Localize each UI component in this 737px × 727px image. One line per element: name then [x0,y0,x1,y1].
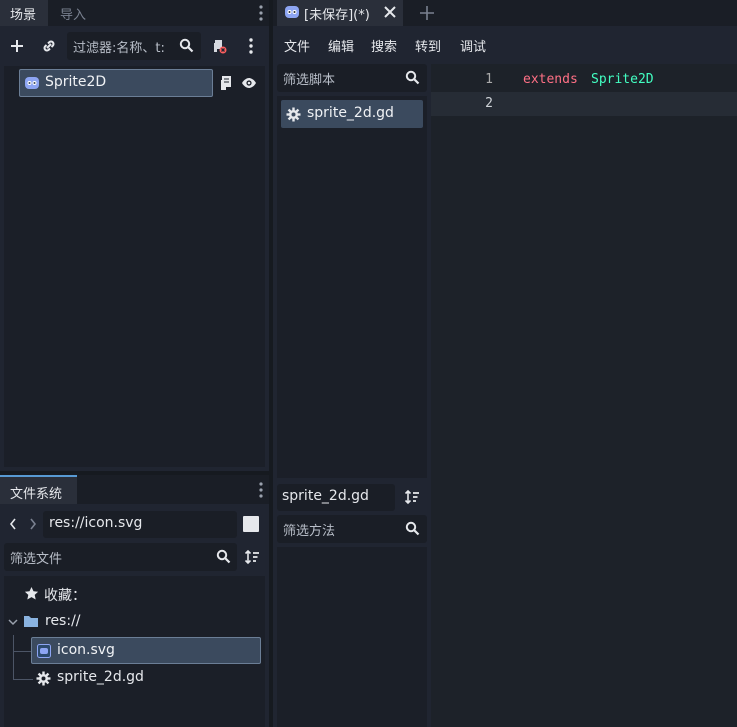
menu-goto[interactable]: 转到 [415,36,441,55]
code-line-1: 1 extends Sprite2D [431,68,737,92]
code-line-2-current: 2 [431,92,737,116]
kebab-menu-icon [249,38,253,54]
tree-connector [13,679,33,680]
scene-more-button[interactable] [242,35,260,57]
chevron-down-icon[interactable] [8,618,18,626]
file-row-sprite-2d-gd[interactable]: sprite_2d.gd [31,666,261,692]
scene-tree: Sprite2D [4,66,265,467]
code-type: Sprite2D [591,72,654,87]
line-number: 2 [485,96,493,111]
tree-connector [13,651,31,652]
filesystem-dock-menu-icon[interactable] [254,480,268,500]
menu-edit[interactable]: 编辑 [328,36,354,55]
new-tab-button[interactable] [417,3,437,23]
favorites-row[interactable]: 收藏： [4,581,265,607]
scene-filter-placeholder: 过滤器:名称、t: [73,41,165,56]
res-root-label: res:// [45,613,81,629]
script-icon [221,76,231,90]
search-icon [179,38,194,53]
scene-filter-input[interactable]: 过滤器:名称、t: [67,32,201,60]
chevron-right-icon [30,518,37,530]
sort-icon [244,549,259,565]
close-tab-button[interactable] [381,3,399,21]
search-icon [216,549,231,564]
current-script-label: sprite_2d.gd [282,488,369,504]
open-script-button[interactable] [218,74,234,92]
method-list [277,547,427,727]
editor-tab-bar: [未保存](*) [273,0,737,26]
filesystem-tab-bar: 文件系统 [0,475,269,504]
current-script-field: sprite_2d.gd [277,484,395,511]
script-list: sprite_2d.gd [277,96,427,478]
tab-filesystem[interactable]: 文件系统 [0,475,77,504]
script-filter-input[interactable]: 筛选脚本 [277,64,427,92]
tab-import[interactable]: 导入 [50,0,100,26]
gear-icon [36,671,51,686]
file-filter-input[interactable]: 筛选文件 [4,543,237,571]
star-icon [24,586,39,601]
link-icon [43,40,55,52]
godot-icon [24,75,40,91]
file-row-icon-svg[interactable]: icon.svg [31,637,261,664]
file-name-label: icon.svg [57,642,115,658]
file-sort-button[interactable] [243,548,261,566]
file-name-label: sprite_2d.gd [57,669,144,685]
menu-debug[interactable]: 调试 [460,36,486,55]
tab-title: [未保存](*) [304,8,370,23]
file-tree: 收藏： res:// icon.svg sprite_2d.gd [4,576,265,727]
tab-unsaved-script[interactable]: [未保存](*) [277,0,403,26]
method-filter-placeholder: 筛选方法 [283,524,336,539]
script-list-item[interactable]: sprite_2d.gd [281,100,423,128]
method-sort-button[interactable] [403,488,421,506]
gear-icon [286,107,301,122]
search-icon [405,70,420,85]
line-number: 1 [485,72,493,87]
script-remove-icon [214,40,227,54]
close-icon [384,6,396,18]
scene-tab-bar: 场景 导入 [0,0,269,26]
favorites-label: 收藏： [44,588,86,604]
scene-dock: 场景 导入 过滤器:名称、t: Sprite2D [0,0,269,471]
godot-icon [284,4,300,20]
plus-icon [11,40,23,52]
tab-scene[interactable]: 场景 [0,0,48,26]
search-icon [405,521,420,536]
code-keyword: extends [523,72,578,87]
split-mode-button[interactable] [243,516,259,532]
filesystem-dock: 文件系统 res://icon.svg 筛选文件 收藏： res:// icon… [0,475,269,727]
chevron-left-icon [9,518,16,530]
scene-tree-row-sprite2d[interactable]: Sprite2D [19,69,213,97]
menu-file[interactable]: 文件 [284,36,310,55]
svg-file-icon [37,644,51,658]
instantiate-scene-button[interactable] [38,35,60,57]
back-button[interactable] [6,514,20,534]
script-filter-placeholder: 筛选脚本 [283,73,336,88]
forward-button[interactable] [26,514,40,534]
node-name-label: Sprite2D [45,74,107,90]
dock-menu-icon[interactable] [254,3,268,23]
res-root-row[interactable]: res:// [4,609,265,635]
script-editor: [未保存](*) 文件 编辑 搜索 转到 调试 筛选脚本 sprite_2d.g… [273,0,737,727]
editor-menu-bar: 文件 编辑 搜索 转到 调试 [273,30,737,60]
visibility-toggle[interactable] [240,74,258,92]
script-name-label: sprite_2d.gd [307,105,394,121]
menu-search[interactable]: 搜索 [371,36,397,55]
method-filter-input[interactable]: 筛选方法 [277,515,427,543]
file-filter-placeholder: 筛选文件 [10,552,63,567]
plus-icon [420,6,434,20]
code-editor[interactable]: 1 extends Sprite2D 2 [431,64,737,727]
sort-icon [404,489,419,505]
add-node-button[interactable] [6,35,28,57]
path-field[interactable]: res://icon.svg [43,511,237,538]
folder-icon [23,615,39,628]
eye-icon [242,78,256,88]
path-value: res://icon.svg [49,515,143,531]
tree-connector [13,635,14,680]
attach-script-button[interactable] [208,35,230,57]
